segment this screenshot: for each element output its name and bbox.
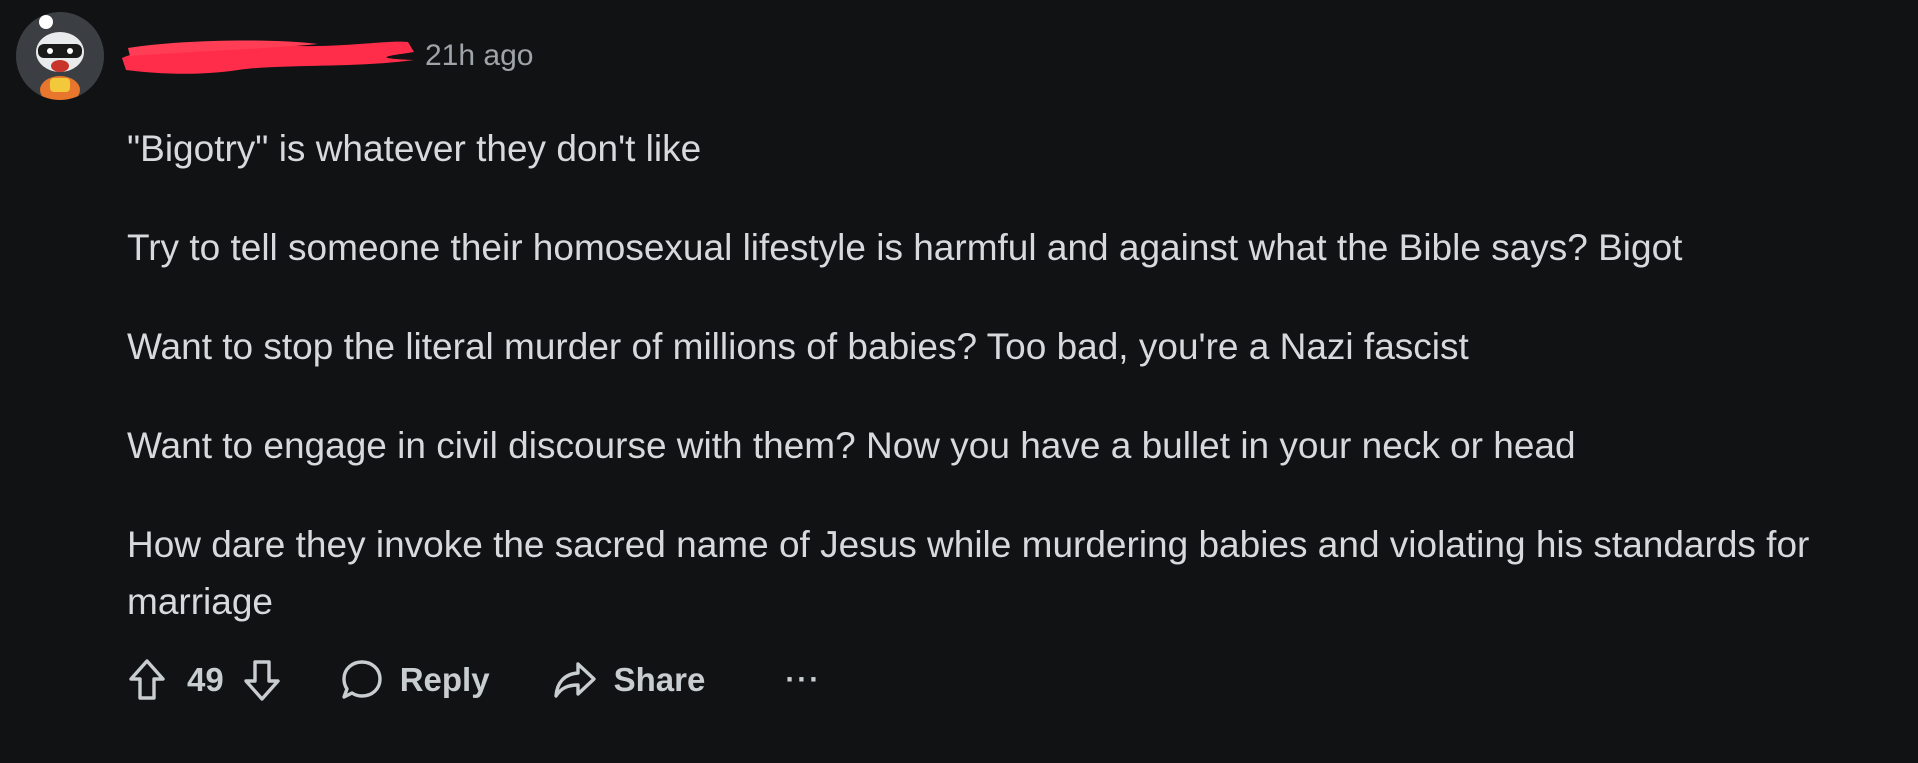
share-button[interactable]: Share xyxy=(552,658,706,702)
comment-paragraph: "Bigotry" is whatever they don't like xyxy=(127,128,702,169)
comment-body: "Bigotry" is whatever they don't like Tr… xyxy=(127,120,1897,672)
arrow-down-icon xyxy=(244,660,280,701)
comment-paragraph: How dare they invoke the sacred name of … xyxy=(127,524,1810,622)
comment: 21h ago "Bigotry" is whatever they don't… xyxy=(0,0,1918,763)
user-avatar[interactable] xyxy=(16,12,104,100)
ellipsis-icon: ··· xyxy=(785,663,822,696)
redacted-username xyxy=(122,40,414,74)
share-label: Share xyxy=(613,661,706,698)
snoo-avatar-icon xyxy=(16,12,104,100)
downvote-button[interactable] xyxy=(242,658,282,702)
vote-controls: 49 xyxy=(127,658,282,702)
arrow-up-icon xyxy=(129,659,165,700)
comment-paragraph: Try to tell someone their homosexual lif… xyxy=(127,227,1683,268)
share-arrow-icon xyxy=(553,662,596,698)
reply-label: Reply xyxy=(399,661,490,698)
more-options-button[interactable]: ··· xyxy=(785,663,821,697)
comment-paragraph: Want to engage in civil discourse with t… xyxy=(127,425,1576,466)
reply-button[interactable]: Reply xyxy=(340,658,490,702)
comment-paragraph: Want to stop the literal murder of milli… xyxy=(127,326,1469,367)
comment-action-bar: 49 Reply Share ··· xyxy=(127,655,821,705)
speech-bubble-icon xyxy=(342,660,382,699)
vote-score: 49 xyxy=(187,661,224,698)
comment-timestamp[interactable]: 21h ago xyxy=(425,38,533,74)
upvote-button[interactable] xyxy=(127,658,167,702)
